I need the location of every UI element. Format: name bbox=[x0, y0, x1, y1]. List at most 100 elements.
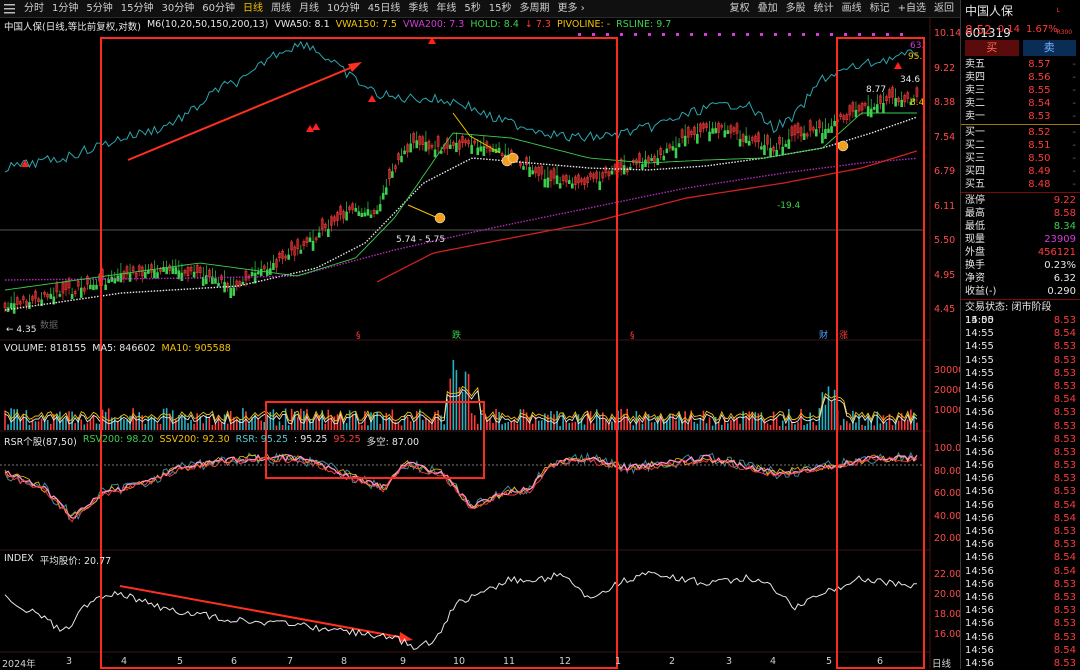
trend-arrow bbox=[127, 65, 356, 161]
book-row[interactable]: 买二 8.51 - bbox=[961, 139, 1080, 152]
toolbar-action[interactable]: 返回 bbox=[930, 2, 958, 15]
candle-body bbox=[409, 143, 412, 153]
period-tab[interactable]: 15分钟 bbox=[117, 2, 158, 15]
top-marker bbox=[620, 33, 623, 36]
period-tab[interactable]: 月线 bbox=[295, 2, 323, 15]
candle-body bbox=[769, 147, 772, 157]
stat-row: 净资 6.32 bbox=[961, 272, 1080, 285]
tick-time: 14:56 bbox=[965, 526, 994, 537]
book-row[interactable]: 卖四 8.56 - bbox=[961, 71, 1080, 84]
book-row[interactable]: 卖五 8.57 - bbox=[961, 58, 1080, 71]
period-tabs: 分时 1分钟 5分钟 15分钟 30分钟 60分钟 日线 周线 月线 10分钟 45日线 季线 年线 5秒… bbox=[20, 2, 589, 15]
book-row[interactable]: 买一 8.52 - bbox=[961, 126, 1080, 139]
book-label: 买四 bbox=[965, 166, 985, 177]
top-marker bbox=[634, 33, 637, 36]
candle-body bbox=[543, 178, 547, 188]
candle-body bbox=[156, 272, 159, 279]
book-row[interactable]: 卖二 8.54 - bbox=[961, 97, 1080, 110]
candle-body bbox=[250, 271, 254, 277]
candle-body bbox=[265, 269, 269, 276]
period-tab[interactable]: 5秒 bbox=[460, 2, 484, 15]
price-change: 0.14 bbox=[997, 24, 1020, 35]
rsr-legend: RSR个股(87,50) RSV200: 98.20 SSV200: 92.30 RS… bbox=[4, 434, 419, 448]
period-tab[interactable]: 更多 › bbox=[554, 2, 589, 15]
tick-price: 8.54 bbox=[1053, 565, 1076, 577]
candle-body bbox=[311, 240, 315, 251]
toolbar-action[interactable]: 画线 bbox=[838, 2, 866, 15]
candle-body bbox=[232, 287, 236, 296]
tick-list[interactable]: 14:55 8.53 14:55 8.54 14:55 8.53 14:55 8.53 14:5… bbox=[961, 314, 1080, 670]
candle-body bbox=[744, 135, 748, 144]
stat-row: 收益(-) 0.290 bbox=[961, 285, 1080, 298]
period-tab[interactable]: 分时 bbox=[20, 2, 48, 15]
stat-row: 换手 0.23% bbox=[961, 259, 1080, 272]
candle-body bbox=[726, 130, 730, 135]
book-volume: - bbox=[1072, 127, 1076, 138]
buy-button[interactable]: 买 bbox=[965, 40, 1019, 56]
tick-row: 14:55 8.53 bbox=[961, 314, 1080, 327]
toolbar-action[interactable]: 多股 bbox=[782, 2, 810, 15]
book-row[interactable]: 买三 8.50 - bbox=[961, 152, 1080, 165]
trend-arrow bbox=[119, 585, 406, 639]
candle-body bbox=[882, 102, 885, 113]
buy-signal-triangle bbox=[312, 123, 320, 130]
toolbar-action[interactable]: 统计 bbox=[810, 2, 838, 15]
period-tab[interactable]: 多周期 bbox=[516, 2, 554, 15]
top-marker bbox=[578, 33, 581, 36]
tick-row: 14:56 8.53 bbox=[961, 485, 1080, 498]
x-tick-label: 10 bbox=[453, 656, 466, 667]
period-tab[interactable]: 日线 bbox=[239, 2, 267, 15]
candle-body bbox=[598, 181, 602, 191]
period-tab[interactable]: 10分钟 bbox=[323, 2, 364, 15]
toolbar-action[interactable]: 标记 bbox=[866, 2, 894, 15]
x-axis: 2024年 3 4 5 6 7 8 9 10 11 12 1 2 3 4 5 6 日线 bbox=[0, 654, 960, 670]
axis-tick-label: 20.00 bbox=[934, 589, 962, 600]
chart-area[interactable]: ← 4.35 数据 5.74 - 5.75 -19.4 8.77 34.6 63. 95. 8.… bbox=[0, 18, 964, 670]
toolbar-action[interactable]: 叠加 bbox=[754, 2, 782, 15]
stat-label: 现量 bbox=[965, 234, 985, 245]
top-marker bbox=[858, 33, 861, 36]
main-legend: 中国人保(日线,等比前复权,对数) M6(10,20,50,150,200,13… bbox=[4, 19, 671, 33]
menu-icon[interactable] bbox=[4, 3, 15, 14]
period-tab[interactable]: 季线 bbox=[404, 2, 432, 15]
x-tick-label: 4 bbox=[770, 656, 777, 667]
candle-body bbox=[610, 170, 614, 175]
tick-row: 14:55 8.53 bbox=[961, 340, 1080, 353]
signal-marker bbox=[837, 140, 849, 152]
tick-price: 8.53 bbox=[1053, 420, 1076, 432]
right-label-c: 8.4 bbox=[910, 98, 925, 108]
book-row[interactable]: 卖三 8.55 - bbox=[961, 84, 1080, 97]
period-tab[interactable]: 15秒 bbox=[485, 2, 516, 15]
tick-time: 14:56 bbox=[965, 565, 994, 577]
toolbar-action[interactable]: 复权 bbox=[726, 2, 754, 15]
candle-body bbox=[391, 171, 394, 178]
book-row[interactable]: 卖一 8.53 - bbox=[961, 110, 1080, 123]
stat-row: 最低 8.34 bbox=[961, 220, 1080, 233]
candle-body bbox=[403, 150, 406, 155]
top-marker bbox=[704, 33, 707, 36]
period-tab[interactable]: 1分钟 bbox=[48, 2, 82, 15]
period-tab[interactable]: 45日线 bbox=[364, 2, 405, 15]
tick-price: 8.53 bbox=[1053, 341, 1076, 353]
last-price: 8.52 bbox=[965, 23, 992, 37]
period-tab[interactable]: 年线 bbox=[432, 2, 460, 15]
tick-time: 14:56 bbox=[965, 499, 994, 511]
tick-price: 8.54 bbox=[1053, 499, 1076, 511]
book-row[interactable]: 买四 8.49 - bbox=[961, 165, 1080, 178]
book-price: 8.51 bbox=[1028, 140, 1051, 151]
legend-item: 多空: 87.00 bbox=[366, 437, 420, 448]
tick-price: 8.53 bbox=[1053, 618, 1076, 630]
toolbar-action[interactable]: +自选 bbox=[894, 2, 930, 15]
candle-body bbox=[482, 146, 486, 156]
period-tab[interactable]: 5分钟 bbox=[82, 2, 116, 15]
period-tab[interactable]: 周线 bbox=[267, 2, 295, 15]
period-tab[interactable]: 30分钟 bbox=[157, 2, 198, 15]
tick-row: 14:56 8.53 bbox=[961, 420, 1080, 433]
period-tab[interactable]: 60分钟 bbox=[198, 2, 239, 15]
candle-body bbox=[366, 209, 370, 216]
candle-body bbox=[522, 166, 525, 170]
sell-button[interactable]: 卖 bbox=[1022, 40, 1076, 56]
candle-body bbox=[555, 175, 559, 185]
candle-body bbox=[241, 281, 245, 285]
book-row[interactable]: 买五 8.48 - bbox=[961, 178, 1080, 191]
